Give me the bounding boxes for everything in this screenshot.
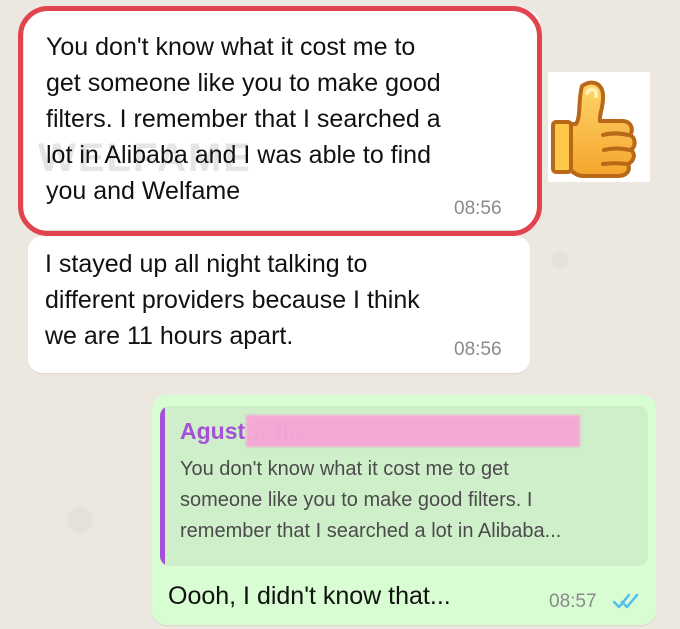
redaction-mark [246,415,580,447]
thumbs-up-icon [548,72,650,182]
message-text-2: I stayed up all night talking to differe… [45,250,420,350]
highlight-circle [18,6,542,236]
reply-message-text: Oooh, I didn't know that... [168,582,451,610]
reply-accent-bar [160,406,165,566]
message-time-2: 08:56 [454,339,502,360]
reply-time: 08:57 [549,591,597,612]
double-check-icon [612,592,640,610]
quoted-reply[interactable]: Agust… ti... You don't know what it cost… [160,406,648,566]
reply-snippet: You don't know what it cost me to get so… [180,458,562,542]
